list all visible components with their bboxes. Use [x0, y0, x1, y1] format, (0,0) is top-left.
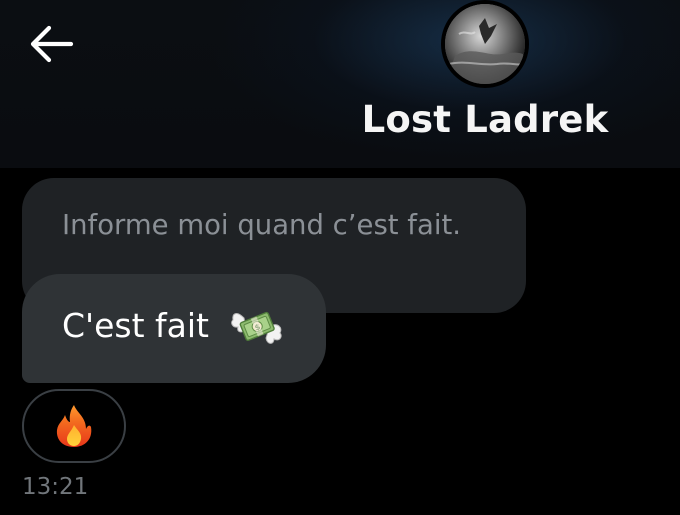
money-with-wings-icon: $ — [231, 311, 282, 344]
profile-avatar — [445, 4, 525, 84]
message-timestamp: 13:21 — [22, 474, 89, 500]
conversation-header: Lost Ladrek — [0, 0, 680, 168]
quoted-message-text: Informe moi quand c’est fait. — [62, 209, 462, 241]
arrow-left-icon — [30, 25, 74, 63]
contact-name[interactable]: Lost Ladrek — [330, 98, 640, 141]
reaction-pill[interactable] — [22, 389, 126, 463]
avatar[interactable] — [441, 0, 529, 88]
dm-conversation-screen: Lost Ladrek Informe moi quand c’est fait… — [0, 0, 680, 515]
fire-icon — [56, 405, 92, 447]
back-button[interactable] — [24, 22, 78, 66]
message-text: C'est fait — [62, 306, 209, 345]
